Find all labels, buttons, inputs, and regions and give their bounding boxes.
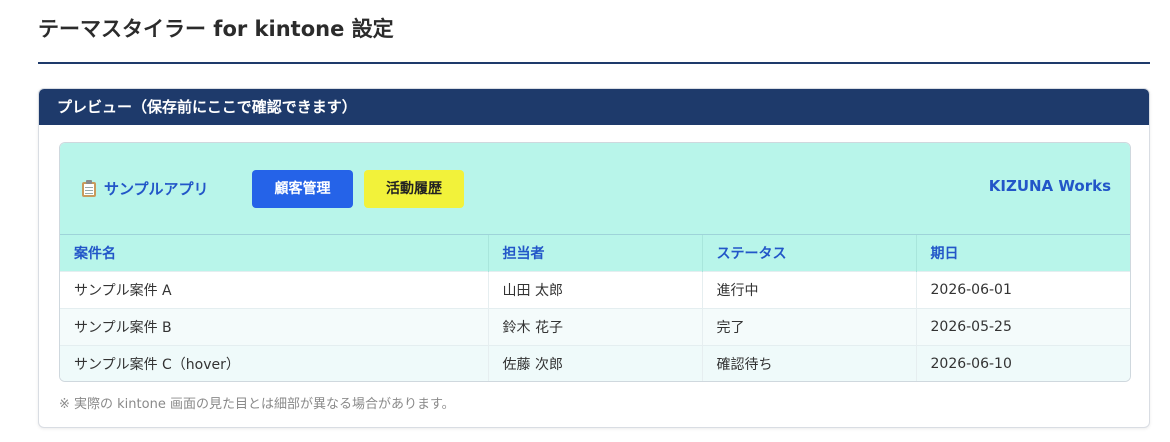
column-header-due-date[interactable]: 期日 bbox=[916, 235, 1130, 272]
preview-card-header: プレビュー（保存前にここで確認できます） bbox=[39, 89, 1149, 125]
clipboard-icon bbox=[82, 179, 96, 197]
cell-case-name: サンプル案件 C（hover） bbox=[60, 345, 489, 381]
column-header-case-name[interactable]: 案件名 bbox=[60, 235, 489, 272]
cell-case-name: サンプル案件 A bbox=[60, 271, 489, 309]
table-header-row: 案件名 担当者 ステータス 期日 bbox=[60, 235, 1130, 272]
records-table: 案件名 担当者 ステータス 期日 サンプル案件 A 山田 太郎 進行中 2026… bbox=[60, 235, 1130, 381]
table-row[interactable]: サンプル案件 A 山田 太郎 進行中 2026-06-01 bbox=[60, 271, 1130, 309]
app-header: サンプルアプリ 顧客管理 活動履歴 KIZUNA Works bbox=[60, 143, 1130, 235]
cell-due-date: 2026-06-01 bbox=[916, 271, 1130, 309]
customer-management-button[interactable]: 顧客管理 bbox=[252, 170, 353, 208]
table-row[interactable]: サンプル案件 B 鈴木 花子 完了 2026-05-25 bbox=[60, 308, 1130, 346]
column-header-status[interactable]: ステータス bbox=[702, 235, 917, 272]
cell-assignee: 佐藤 次郎 bbox=[488, 345, 703, 381]
table-row[interactable]: サンプル案件 C（hover） 佐藤 次郎 確認待ち 2026-06-10 bbox=[60, 345, 1130, 381]
activity-history-button[interactable]: 活動履歴 bbox=[364, 170, 464, 208]
title-divider bbox=[38, 62, 1150, 64]
cell-status: 完了 bbox=[702, 308, 917, 346]
app-name-label: サンプルアプリ bbox=[104, 179, 209, 198]
column-header-assignee[interactable]: 担当者 bbox=[488, 235, 703, 272]
cell-assignee: 山田 太郎 bbox=[488, 271, 703, 309]
cell-due-date: 2026-06-10 bbox=[916, 345, 1130, 381]
page-title: テーマスタイラー for kintone 設定 bbox=[38, 17, 394, 41]
cell-assignee: 鈴木 花子 bbox=[488, 308, 703, 346]
preview-card: プレビュー（保存前にここで確認できます） サンプルアプリ 顧客管理 活動履歴 K… bbox=[38, 88, 1150, 428]
brand-label: KIZUNA Works bbox=[988, 177, 1111, 195]
cell-due-date: 2026-05-25 bbox=[916, 308, 1130, 346]
disclaimer-note: ※ 実際の kintone 画面の見た目とは細部が異なる場合があります。 bbox=[59, 397, 455, 412]
cell-case-name: サンプル案件 B bbox=[60, 308, 489, 346]
cell-status: 確認待ち bbox=[702, 345, 917, 381]
cell-status: 進行中 bbox=[702, 271, 917, 309]
preview-area: サンプルアプリ 顧客管理 活動履歴 KIZUNA Works 案件名 担当者 ス… bbox=[59, 142, 1131, 382]
app-title: サンプルアプリ bbox=[82, 175, 209, 201]
